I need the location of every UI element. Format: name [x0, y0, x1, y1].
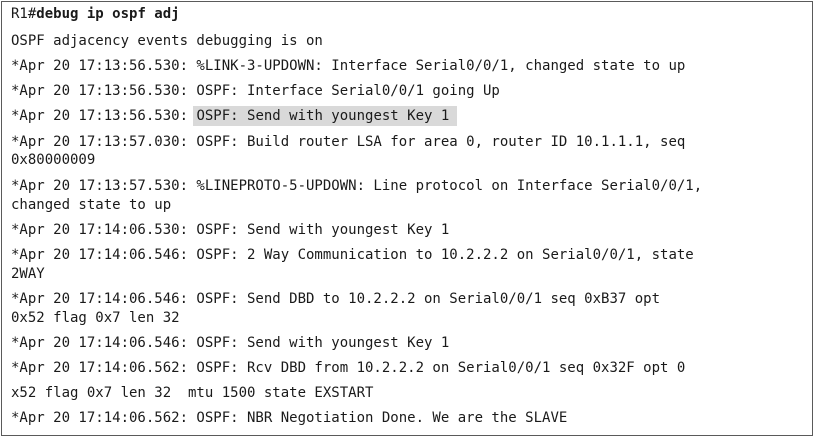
log-line: OSPF adjacency events debugging is on [11, 33, 323, 49]
log-line: *Apr 20 17:13:56.530: OSPF: Interface Se… [11, 83, 500, 99]
log-line: *Apr 20 17:13:56.530: %LINK-3-UPDOWN: In… [11, 58, 686, 74]
log-line: *Apr 20 17:14:06.546: OSPF: Send DBD to … [11, 291, 661, 307]
cli-prompt: R1# [11, 6, 37, 22]
log-line: *Apr 20 17:13:57.530: %LINEPROTO-5-UPDOW… [11, 178, 703, 194]
log-line: *Apr 20 17:14:06.530: OSPF: Send with yo… [11, 222, 450, 238]
cli-command: debug ip ospf adj [36, 6, 180, 22]
log-line: *Apr 20 17:14:06.546: OSPF: Send with yo… [11, 335, 450, 351]
log-line: 2WAY [11, 266, 45, 282]
log-line: *Apr 20 17:13:57.030: OSPF: Build router… [11, 134, 686, 150]
log-line: x52 flag 0x7 len 32 mtu 1500 state EXSTA… [11, 385, 374, 401]
log-line-prefix: *Apr 20 17:13:56.530: [11, 108, 197, 124]
highlighted-log-text: OSPF: Send with youngest Key 1 [193, 106, 458, 126]
log-line: *Apr 20 17:14:06.562: OSPF: NBR Negotiat… [11, 410, 568, 426]
log-line: *Apr 20 17:14:06.562: OSPF: Rcv DBD from… [11, 360, 686, 376]
log-line-highlighted: *Apr 20 17:13:56.530: OSPF: Send with yo… [11, 106, 458, 126]
log-line: *Apr 20 17:14:06.546: OSPF: 2 Way Commun… [11, 247, 694, 263]
log-line: 0x52 flag 0x7 len 32 [11, 310, 180, 326]
command-line: R1#debug ip ospf adj [11, 4, 180, 24]
log-line: changed state to up [11, 197, 172, 213]
terminal-output-panel: R1#debug ip ospf adj OSPF adjacency even… [1, 1, 813, 436]
log-line: 0x80000009 [11, 152, 96, 168]
